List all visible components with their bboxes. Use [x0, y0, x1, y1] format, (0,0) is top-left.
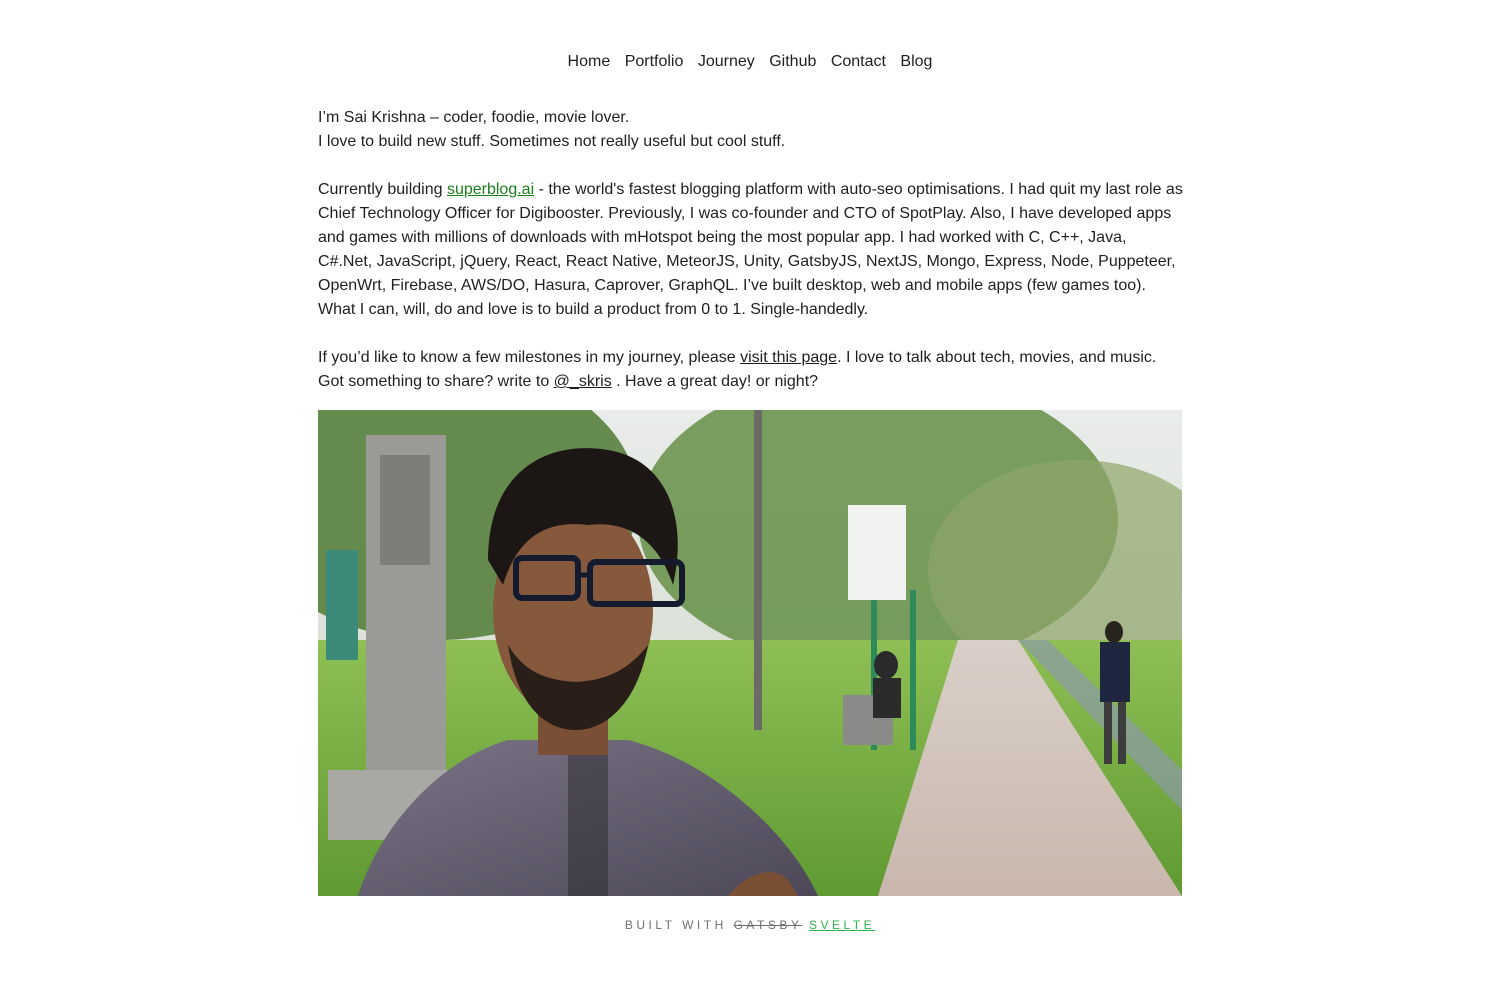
visit-page-link[interactable]: visit this page: [740, 349, 837, 366]
profile-photo: [318, 410, 1182, 896]
superblog-link[interactable]: superblog.ai: [447, 181, 534, 198]
nav-contact-link[interactable]: Contact: [831, 53, 886, 70]
current-description: - the world's fastest blogging platform …: [318, 181, 1183, 318]
footer-gatsby-strikethrough: GATSBY: [733, 918, 803, 932]
current-work-paragraph: Currently building superblog.ai - the wo…: [318, 178, 1184, 322]
journey-paragraph: If you’d like to know a few milestones i…: [318, 346, 1184, 394]
footer-svelte-link[interactable]: SVELTE: [809, 918, 875, 932]
nav-journey-link[interactable]: Journey: [698, 53, 755, 70]
nav-github-link[interactable]: Github: [769, 53, 816, 70]
intro-line-2: I love to build new stuff. Sometimes not…: [318, 133, 786, 150]
nav-portfolio-link[interactable]: Portfolio: [625, 53, 684, 70]
footer-built-with-label: BUILT WITH: [624, 918, 727, 932]
current-prefix: Currently building: [318, 181, 447, 198]
bio-content: I’m Sai Krishna – coder, foodie, movie l…: [318, 106, 1184, 394]
nav-home-link[interactable]: Home: [568, 53, 611, 70]
main-nav: Home Portfolio Journey Github Contact Bl…: [0, 50, 1500, 74]
site-footer: BUILT WITH GATSBY SVELTE: [0, 918, 1500, 932]
journey-suffix: . Have a great day! or night?: [611, 373, 819, 390]
intro-paragraph: I’m Sai Krishna – coder, foodie, movie l…: [318, 106, 1184, 154]
twitter-handle-link[interactable]: @_skris: [554, 373, 612, 390]
intro-line-1: I’m Sai Krishna – coder, foodie, movie l…: [318, 109, 630, 126]
nav-blog-link[interactable]: Blog: [900, 53, 932, 70]
journey-prefix: If you’d like to know a few milestones i…: [318, 349, 741, 366]
